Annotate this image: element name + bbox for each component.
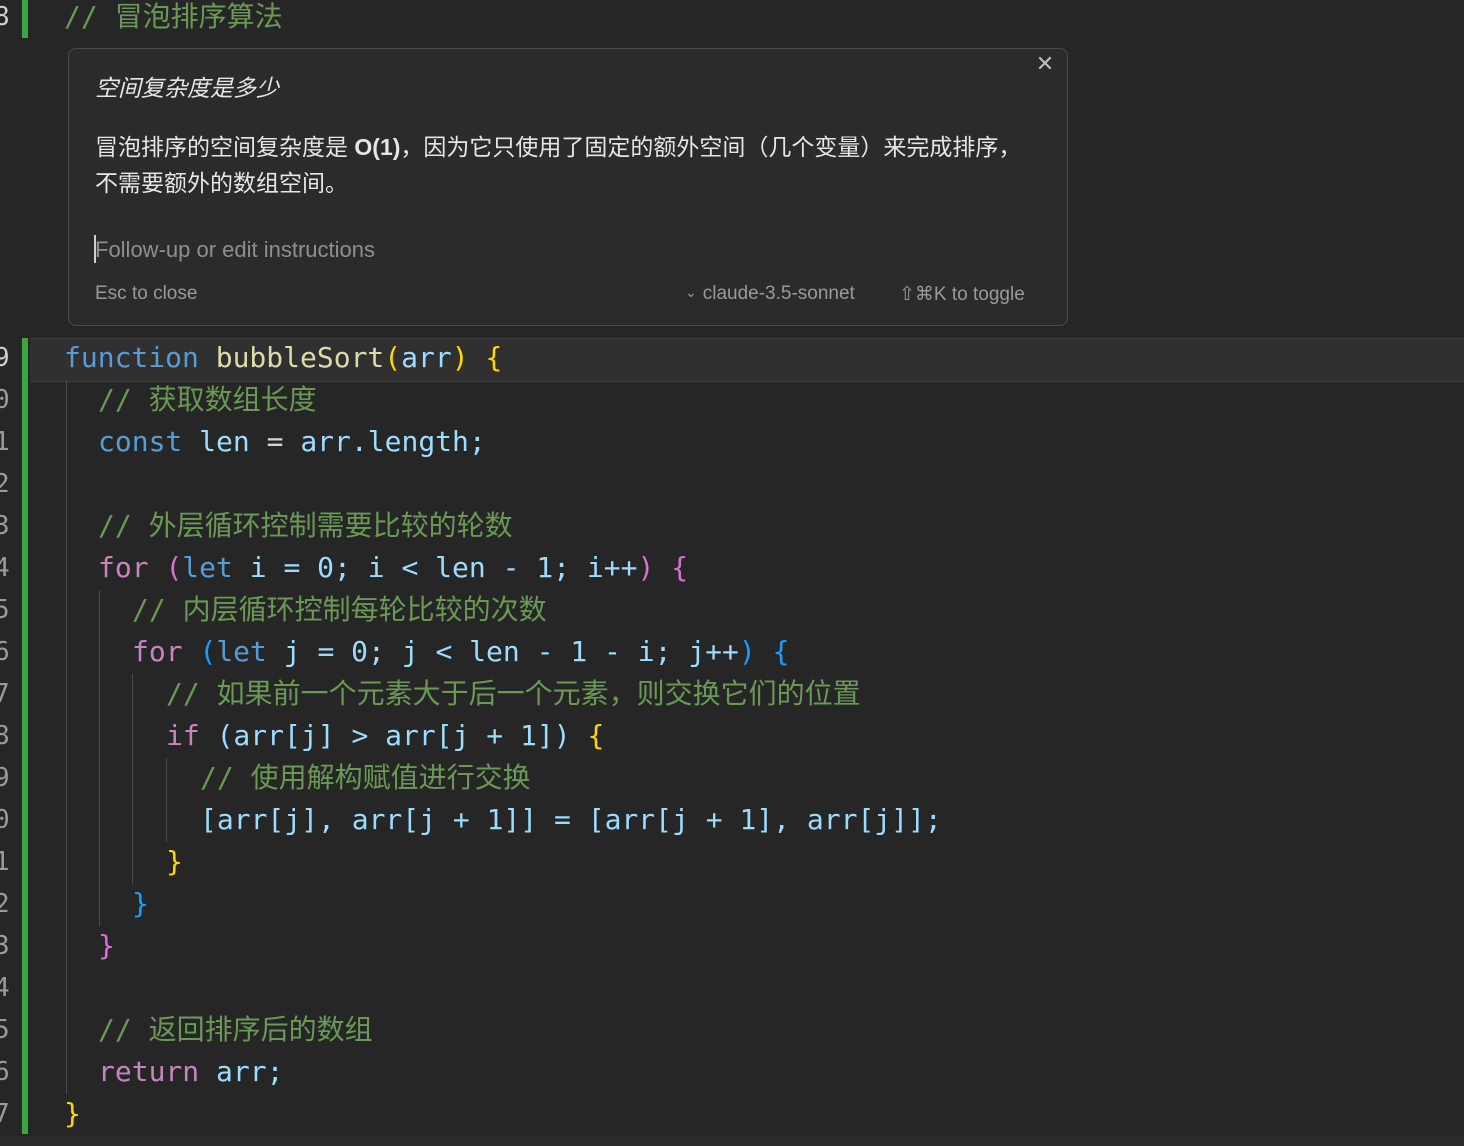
closing-brace: } [98, 929, 115, 962]
esc-hint: Esc to close [95, 283, 198, 304]
line-number: 5 [0, 595, 10, 625]
line-number: 3 [0, 511, 10, 541]
line-number: 7 [0, 679, 10, 709]
code-comment: // 冒泡排序算法 [64, 0, 283, 33]
indent-guide [99, 590, 100, 926]
closing-brace: } [132, 887, 149, 920]
closing-brace: } [166, 845, 183, 878]
line-number: 9 [0, 343, 10, 373]
code-line: [arr[j], arr[j + 1]] = [arr[j + 1], arr[… [200, 803, 942, 836]
indent-guide [66, 380, 67, 1094]
line-number: 8 [0, 721, 10, 751]
line-number: 3 [0, 931, 10, 961]
diff-added-marker [22, 0, 28, 38]
code-line: const len = arr.length; [98, 425, 486, 458]
code-line: function bubbleSort(arr) { [64, 341, 503, 374]
chevron-down-icon: ⌄ [685, 284, 697, 300]
line-number: 6 [0, 1057, 10, 1087]
indent-guide [132, 674, 133, 884]
closing-brace: } [64, 1097, 81, 1130]
inline-chat-popup: ✕ 空间复杂度是多少 冒泡排序的空间复杂度是 O(1)，因为它只使用了固定的额外… [68, 48, 1068, 326]
model-selector[interactable]: ⌄ claude-3.5-sonnet [685, 283, 855, 305]
text-caret [94, 235, 96, 263]
code-line: return arr; [98, 1055, 284, 1088]
line-number: 4 [0, 553, 10, 583]
code-line: for (let j = 0; j < len - 1 - i; j++) { [132, 635, 790, 668]
indent-guide [166, 758, 167, 842]
line-number: 1 [0, 427, 10, 457]
code-comment: // 获取数组长度 [98, 383, 317, 416]
code-comment: // 外层循环控制需要比较的轮数 [98, 509, 513, 542]
line-number: 9 [0, 763, 10, 793]
model-label: claude-3.5-sonnet [702, 283, 855, 304]
code-editor[interactable]: 8 9 0 1 2 3 4 5 6 7 8 9 0 1 2 3 4 5 6 7 … [0, 0, 1464, 1146]
user-question: 空间复杂度是多少 [95, 75, 279, 101]
code-line: for (let i = 0; i < len - 1; i++) { [98, 551, 689, 584]
diff-added-marker [22, 338, 28, 1134]
line-number: 4 [0, 973, 10, 1003]
line-number: 8 [0, 2, 10, 32]
line-number: 2 [0, 889, 10, 919]
line-number: 7 [0, 1099, 10, 1129]
code-comment: // 使用解构赋值进行交换 [200, 761, 531, 794]
code-comment: // 如果前一个元素大于后一个元素，则交换它们的位置 [166, 677, 861, 710]
code-line: if (arr[j] > arr[j + 1]) { [166, 719, 605, 752]
line-number: 0 [0, 805, 10, 835]
follow-up-input[interactable] [95, 233, 995, 267]
line-number: 6 [0, 637, 10, 667]
close-icon[interactable]: ✕ [1033, 53, 1057, 77]
code-comment: // 返回排序后的数组 [98, 1013, 373, 1046]
ai-answer: 冒泡排序的空间复杂度是 O(1)，因为它只使用了固定的额外空间（几个变量）来完成… [95, 134, 1022, 196]
line-number: 2 [0, 469, 10, 499]
editor-bottom-edge [0, 1136, 1464, 1146]
line-number: 1 [0, 847, 10, 877]
toggle-hint: ⇧⌘K to toggle [899, 284, 1025, 305]
line-number: 5 [0, 1015, 10, 1045]
line-number: 0 [0, 385, 10, 415]
code-comment: // 内层循环控制每轮比较的次数 [132, 593, 547, 626]
